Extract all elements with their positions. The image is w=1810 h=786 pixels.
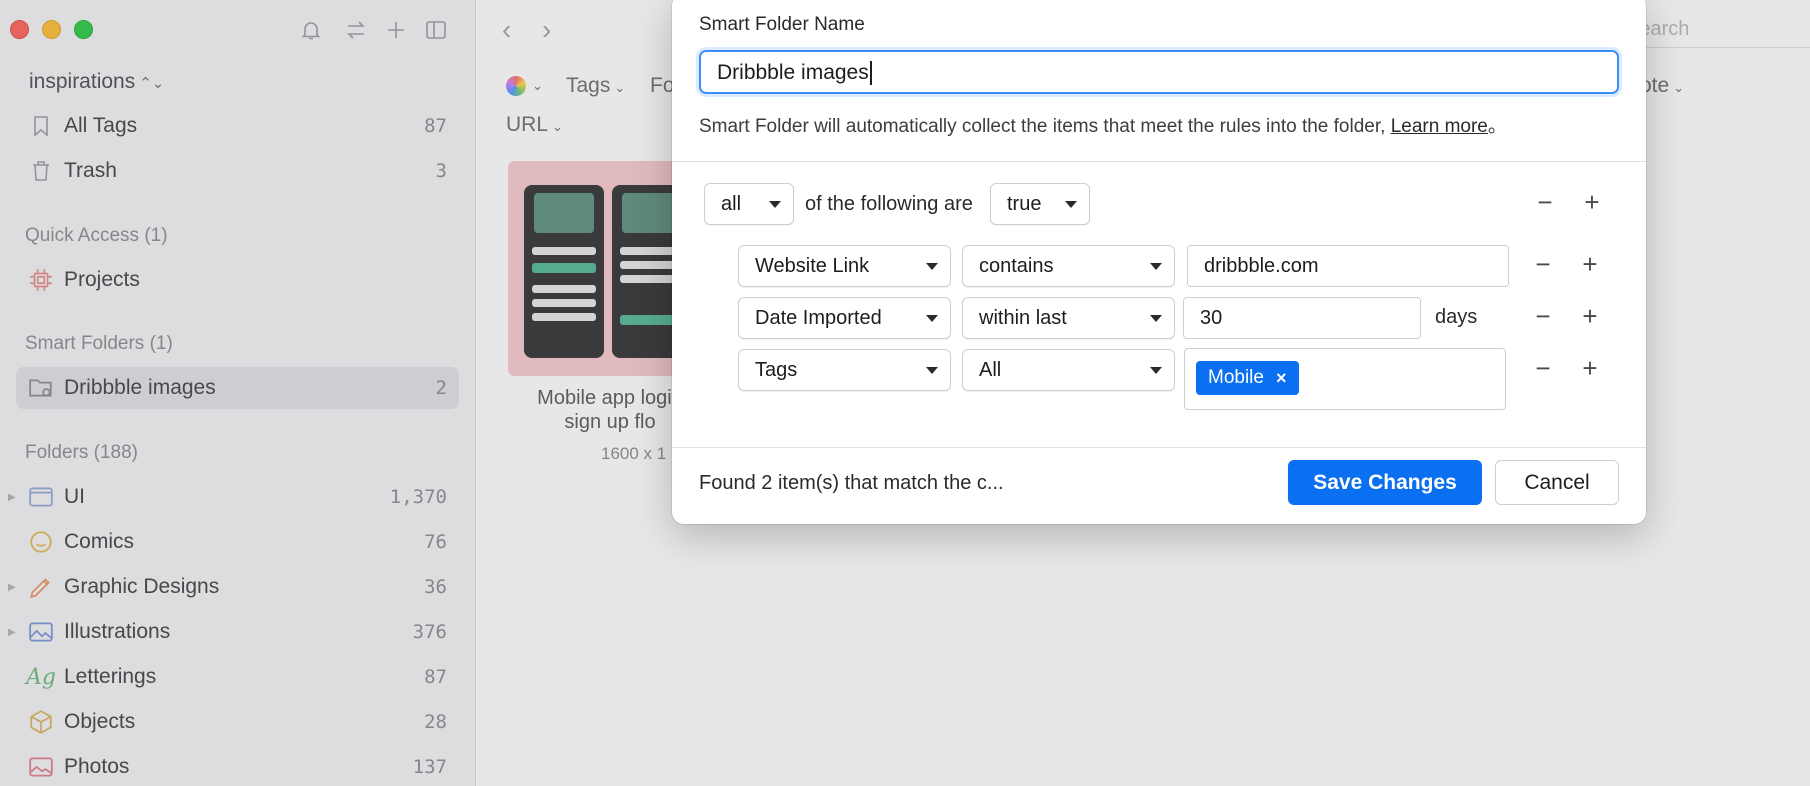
save-changes-button[interactable]: Save Changes — [1288, 460, 1482, 505]
smart-folder-name-input[interactable]: Dribbble images — [699, 50, 1619, 94]
tag-token-field[interactable]: Mobile × — [1184, 348, 1506, 410]
match-value: true — [1007, 193, 1042, 215]
match-text: of the following are — [805, 193, 973, 215]
rule-field-value: Tags — [755, 359, 798, 381]
add-rule-button[interactable]: + — [1578, 303, 1602, 329]
rule-field-select[interactable]: Tags — [738, 349, 951, 391]
add-rule-button[interactable]: + — [1580, 189, 1604, 215]
match-mode-select[interactable]: all — [704, 183, 794, 225]
divider — [672, 161, 1646, 162]
dropdown-arrow-icon — [926, 367, 938, 374]
add-rule-button[interactable]: + — [1578, 355, 1602, 381]
remove-rule-button[interactable]: − — [1531, 355, 1555, 381]
dropdown-arrow-icon — [1150, 367, 1162, 374]
rule-value-input[interactable]: dribbble.com — [1187, 245, 1509, 287]
dropdown-arrow-icon — [1150, 263, 1162, 270]
smart-folder-name-value: Dribbble images — [717, 61, 869, 84]
remove-rule-button[interactable]: − — [1531, 251, 1555, 277]
remove-rule-button[interactable]: − — [1531, 303, 1555, 329]
rule-field-value: Date Imported — [755, 307, 882, 329]
description-end: 。 — [1487, 116, 1507, 137]
rule-operator-select[interactable]: within last — [962, 297, 1175, 339]
smart-folder-dialog: Smart Folder Name Dribbble images Smart … — [672, 0, 1646, 524]
rule-operator-select[interactable]: All — [962, 349, 1175, 391]
rule-operator-value: All — [979, 359, 1002, 381]
remove-tag-icon[interactable]: × — [1276, 368, 1287, 389]
tag-chip-label: Mobile — [1208, 367, 1264, 388]
dropdown-arrow-icon — [926, 315, 938, 322]
rule-operator-value: within last — [979, 307, 1067, 329]
dropdown-arrow-icon — [926, 263, 938, 270]
dropdown-arrow-icon — [1150, 315, 1162, 322]
remove-rule-button[interactable]: − — [1533, 189, 1557, 215]
cancel-button[interactable]: Cancel — [1495, 460, 1619, 505]
rule-field-select[interactable]: Website Link — [738, 245, 951, 287]
rule-field-value: Website Link — [755, 255, 870, 277]
smart-folder-name-label: Smart Folder Name — [699, 14, 865, 35]
rule-value-input[interactable]: 30 — [1183, 297, 1421, 339]
tag-chip[interactable]: Mobile × — [1196, 361, 1299, 395]
dropdown-arrow-icon — [769, 201, 781, 208]
rule-operator-value: contains — [979, 255, 1054, 277]
text-caret — [869, 61, 872, 86]
description-text: Smart Folder will automatically collect … — [699, 116, 1386, 137]
match-mode-value: all — [721, 193, 742, 215]
learn-more-link[interactable]: Learn more — [1391, 116, 1488, 137]
divider — [672, 447, 1646, 448]
rule-field-select[interactable]: Date Imported — [738, 297, 951, 339]
add-rule-button[interactable]: + — [1578, 251, 1602, 277]
match-value-select[interactable]: true — [990, 183, 1090, 225]
dropdown-arrow-icon — [1065, 201, 1077, 208]
smart-folder-description: Smart Folder will automatically collect … — [699, 111, 1507, 138]
rule-unit-label: days — [1435, 306, 1478, 328]
rule-operator-select[interactable]: contains — [962, 245, 1175, 287]
match-count-text: Found 2 item(s) that match the c... — [699, 472, 1004, 494]
